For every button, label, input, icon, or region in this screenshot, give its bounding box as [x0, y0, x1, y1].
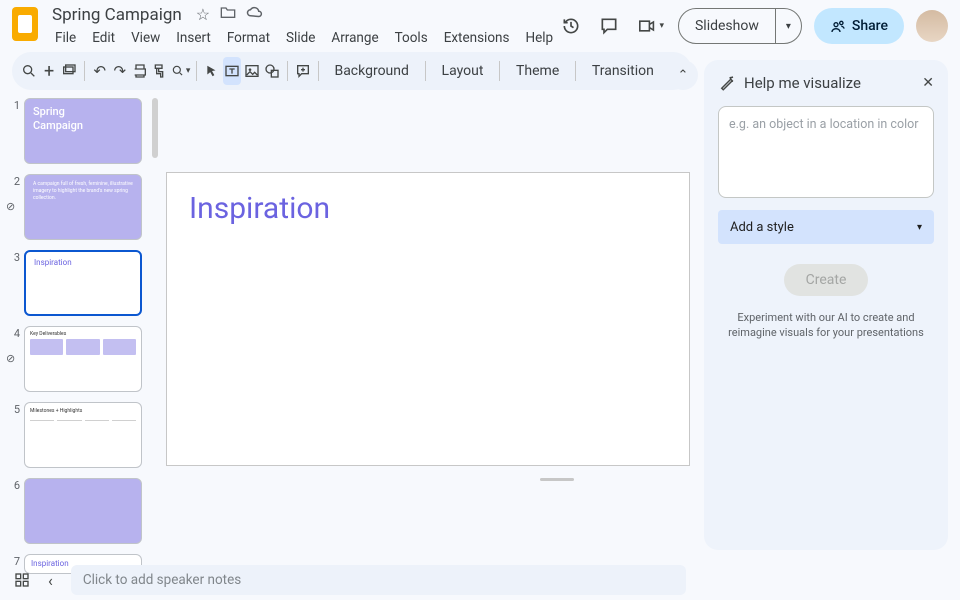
comments-icon[interactable]	[599, 16, 619, 36]
theme-button[interactable]: Theme	[506, 63, 569, 79]
chevron-down-icon: ▾	[917, 222, 922, 233]
slide-thumb-6[interactable]	[24, 478, 142, 544]
magic-wand-icon	[718, 74, 736, 92]
slide-thumb-4[interactable]: Key Deliverables	[24, 326, 142, 392]
image-tool-icon[interactable]	[243, 57, 261, 85]
menu-bar: File Edit View Insert Format Slide Arran…	[48, 27, 560, 49]
menu-view[interactable]: View	[124, 27, 167, 49]
document-title[interactable]: Spring Campaign	[48, 4, 186, 26]
menu-edit[interactable]: Edit	[85, 27, 122, 49]
notes-resize-handle[interactable]	[540, 478, 574, 481]
link-icon: ⊘	[6, 352, 15, 365]
zoom-icon[interactable]: ▾	[171, 57, 191, 85]
menu-slide[interactable]: Slide	[279, 27, 322, 49]
link-icon: ⊘	[6, 200, 15, 213]
redo-icon[interactable]: ↷	[111, 57, 129, 85]
layout-button[interactable]: Layout	[432, 63, 494, 79]
share-label: Share	[852, 18, 888, 34]
slide-thumb-5[interactable]: Milestones + Highlights	[24, 402, 142, 468]
account-avatar[interactable]	[916, 10, 948, 42]
slideshow-button[interactable]: Slideshow ▾	[678, 8, 802, 44]
explore-icon[interactable]: ‹	[48, 571, 53, 590]
transition-button[interactable]: Transition	[582, 63, 664, 79]
undo-icon[interactable]: ↶	[91, 57, 109, 85]
close-icon[interactable]: ✕	[922, 75, 934, 91]
paint-format-icon[interactable]	[151, 57, 169, 85]
new-slide-dropdown-icon[interactable]	[60, 57, 78, 85]
menu-insert[interactable]: Insert	[169, 27, 218, 49]
filmstrip: 1 SpringCampaign 2 ⊘ A campaign full of …	[0, 90, 160, 600]
menu-arrange[interactable]: Arrange	[324, 27, 385, 49]
textbox-tool-icon[interactable]	[223, 57, 241, 85]
slide-number-5: 5	[8, 402, 24, 416]
slide-title-text[interactable]: Inspiration	[189, 191, 667, 226]
add-style-dropdown[interactable]: Add a style ▾	[718, 210, 934, 244]
speaker-notes-input[interactable]: Click to add speaker notes	[71, 565, 686, 595]
new-slide-icon[interactable]: +	[40, 57, 58, 85]
menu-help[interactable]: Help	[518, 27, 560, 49]
menu-tools[interactable]: Tools	[388, 27, 435, 49]
history-icon[interactable]	[561, 16, 581, 36]
menu-file[interactable]: File	[48, 27, 83, 49]
move-icon[interactable]	[220, 5, 236, 24]
star-icon[interactable]: ☆	[196, 5, 210, 24]
slide-number-6: 6	[8, 478, 24, 492]
slides-logo[interactable]	[12, 7, 38, 41]
slide-number-4: 4	[8, 326, 24, 340]
slideshow-dropdown[interactable]: ▾	[775, 9, 801, 43]
shape-tool-icon[interactable]	[263, 57, 281, 85]
slide-number-2: 2	[8, 174, 24, 188]
slide-thumb-3[interactable]: Inspiration	[24, 250, 142, 316]
search-icon[interactable]	[20, 57, 38, 85]
sidepanel-title: Help me visualize	[744, 74, 914, 92]
share-button[interactable]: Share	[814, 8, 904, 44]
collapse-toolbar-icon[interactable]: ⌃	[668, 60, 698, 90]
menu-format[interactable]: Format	[220, 27, 277, 49]
print-icon[interactable]	[131, 57, 149, 85]
meet-icon[interactable]: ▾	[637, 18, 664, 34]
help-me-visualize-panel: Help me visualize ✕ e.g. an object in a …	[704, 60, 948, 550]
cloud-status-icon[interactable]	[246, 5, 264, 24]
slide-number-1: 1	[8, 98, 24, 112]
sidepanel-footer-text: Experiment with our AI to create and rei…	[718, 310, 934, 341]
slide-thumb-2[interactable]: A campaign full of fresh, feminine, illu…	[24, 174, 142, 240]
create-button: Create	[784, 264, 869, 296]
slideshow-main[interactable]: Slideshow	[679, 9, 775, 43]
slide-thumb-1[interactable]: SpringCampaign	[24, 98, 142, 164]
toolbar: + ↶ ↷ ▾ Background Layout Theme Transiti…	[12, 52, 692, 90]
share-icon	[830, 19, 846, 33]
slide-canvas[interactable]: Inspiration	[166, 172, 690, 466]
prompt-input[interactable]: e.g. an object in a location in color	[718, 106, 934, 198]
comment-tool-icon[interactable]	[294, 57, 312, 85]
grid-view-icon[interactable]	[14, 572, 30, 588]
slide-number-3: 3	[8, 250, 24, 264]
select-tool-icon[interactable]	[203, 57, 221, 85]
menu-extensions[interactable]: Extensions	[437, 27, 517, 49]
background-button[interactable]: Background	[324, 63, 418, 79]
